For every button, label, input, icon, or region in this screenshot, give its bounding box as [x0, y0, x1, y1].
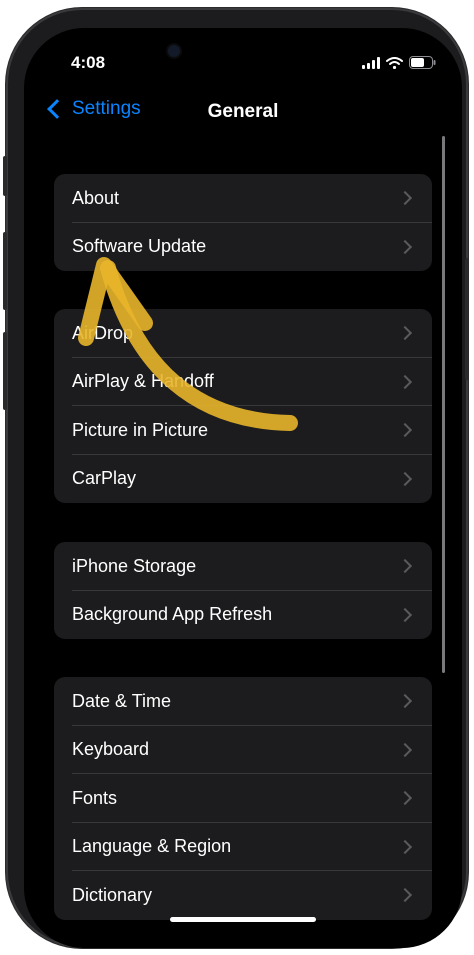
highlight-arrow-icon — [78, 257, 298, 431]
